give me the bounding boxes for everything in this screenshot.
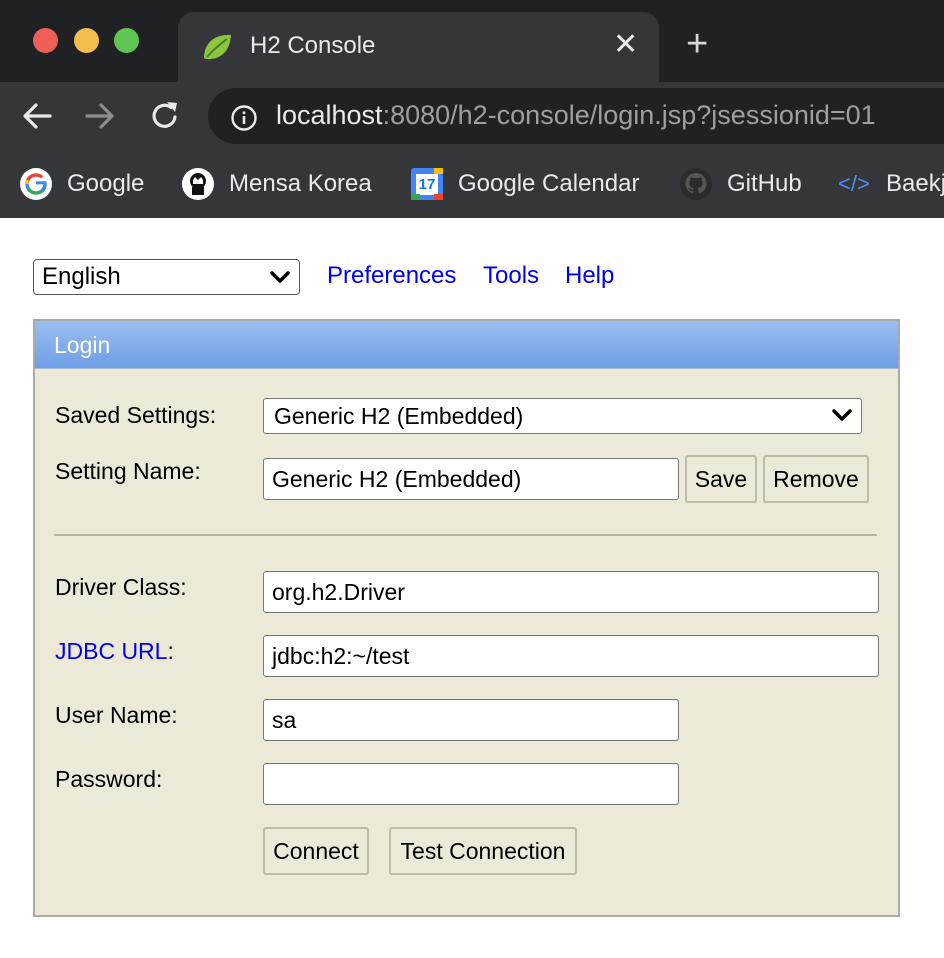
bookmark-label: Baekjoon [886,170,944,197]
driver-class-input[interactable]: org.h2.Driver [263,571,879,613]
test-connection-button[interactable]: Test Connection [389,827,577,875]
saved-settings-label: Saved Settings: [55,402,217,428]
bookmark-label: Mensa Korea [229,170,372,197]
bookmark-mensa-korea[interactable]: Mensa Korea [181,164,372,204]
browser-toolbar: localhost:8080/h2-console/login.jsp?jses… [0,82,944,152]
jdbc-url-colon: : [167,638,174,664]
bookmark-label: Google [67,170,145,197]
driver-class-label: Driver Class: [55,574,187,600]
url-host: localhost [276,100,383,130]
google-calendar-icon: 17 [410,167,444,201]
browser-tab-h2-console[interactable]: H2 Console ✕ [178,12,659,82]
setting-name-input[interactable]: Generic H2 (Embedded) [263,458,679,500]
jdbc-url-input[interactable]: jdbc:h2:~/test [263,635,879,677]
user-name-input[interactable]: sa [263,699,679,741]
google-icon [19,167,53,201]
chevron-down-icon [831,402,853,437]
mensa-logo-icon [181,167,215,201]
save-button[interactable]: Save [685,455,757,503]
site-info-icon[interactable] [230,104,258,137]
bookmark-baekjoon[interactable]: </> Baekjoon [838,164,944,204]
login-header: Login [35,321,898,369]
remove-button[interactable]: Remove [763,455,869,503]
page-content: English Preferences Tools Help Login Sav… [0,218,944,958]
back-arrow-icon[interactable] [20,98,54,139]
tools-link[interactable]: Tools [483,262,539,290]
saved-settings-value: Generic H2 (Embedded) [274,403,524,429]
password-input[interactable] [263,763,679,805]
bookmark-label: GitHub [727,170,802,197]
password-label: Password: [55,766,163,792]
bookmark-label: Google Calendar [458,170,640,197]
bookmarks-bar: Google Mensa Korea 17 Google Calendar Gi… [0,152,944,218]
reload-icon[interactable] [148,98,182,139]
language-selected-value: English [42,263,121,290]
url-path: :8080/h2-console/login.jsp?jsessionid=01 [382,100,876,130]
address-bar[interactable]: localhost:8080/h2-console/login.jsp?jses… [208,88,944,144]
setting-name-label: Setting Name: [55,458,201,484]
github-icon [679,167,713,201]
login-panel: Login Saved Settings: Generic H2 (Embedd… [33,319,900,917]
preferences-link[interactable]: Preferences [327,262,456,290]
divider [54,534,877,536]
login-title: Login [54,332,111,358]
chevron-down-icon [269,264,291,300]
forward-arrow-icon[interactable] [83,98,117,139]
tab-close-icon[interactable]: ✕ [613,27,638,63]
close-window-button[interactable] [33,28,58,53]
bookmark-google[interactable]: Google [19,164,144,204]
code-brackets-icon: </> [838,171,870,196]
new-tab-icon[interactable]: + [686,24,708,64]
saved-settings-select[interactable]: Generic H2 (Embedded) [263,398,862,434]
browser-tab-bar: H2 Console ✕ + [0,0,944,82]
url-text: localhost:8080/h2-console/login.jsp?jses… [276,100,876,131]
user-name-label: User Name: [55,702,178,728]
jdbc-url-label: JDBC URL: [55,638,174,665]
connect-button[interactable]: Connect [263,827,369,875]
bookmark-google-calendar[interactable]: 17 Google Calendar [410,164,639,204]
maximize-window-button[interactable] [114,28,139,53]
tab-title: H2 Console [250,32,376,59]
calendar-day-number: 17 [418,176,436,193]
minimize-window-button[interactable] [74,28,99,53]
spring-leaf-icon [200,30,234,64]
language-select[interactable]: English [33,259,300,295]
jdbc-url-link[interactable]: JDBC URL [55,638,167,664]
bookmark-github[interactable]: GitHub [679,164,802,204]
help-link[interactable]: Help [565,262,614,290]
